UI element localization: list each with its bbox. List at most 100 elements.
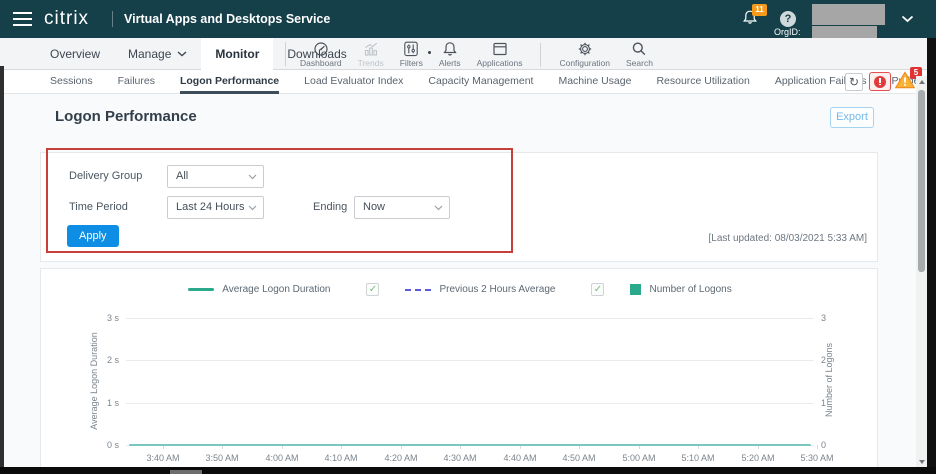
x-label-5: 4:30 AM xyxy=(430,453,490,463)
x-label-8: 5:00 AM xyxy=(609,453,669,463)
account-name-redacted xyxy=(812,4,885,25)
subtab-sessions[interactable]: Sessions xyxy=(50,70,93,94)
legend-checkbox-2[interactable]: ✓ xyxy=(591,283,604,296)
refresh-icon: ↻ xyxy=(849,75,859,89)
delivery-group-dropdown[interactable]: All xyxy=(167,165,264,188)
window-edge-left xyxy=(0,66,4,474)
monitor-toolbar: Dashboard Trends Filt xyxy=(292,39,661,70)
nav-divider xyxy=(285,42,286,66)
nav-tab-overview[interactable]: Overview xyxy=(36,38,114,70)
subtab-machine-usage[interactable]: Machine Usage xyxy=(558,70,631,94)
dashboard-gauge-icon xyxy=(312,41,330,57)
chevron-down-icon xyxy=(248,174,257,180)
critical-alerts-button[interactable] xyxy=(869,72,891,91)
time-period-dropdown[interactable]: Last 24 Hours xyxy=(167,196,264,219)
chart-legend: Average Logon Duration ✓ Previous 2 Hour… xyxy=(41,283,879,296)
product-title: Virtual Apps and Desktops Service xyxy=(124,12,330,26)
avg-logon-duration-series-line xyxy=(129,444,811,446)
search-button[interactable]: Search xyxy=(618,39,661,70)
applications-window-icon xyxy=(491,41,509,57)
left-axis-title: Average Logon Duration xyxy=(89,316,99,446)
right-axis-title: Number of Logons xyxy=(824,315,834,445)
ending-dropdown[interactable]: Now xyxy=(354,196,450,219)
left-tick-3s: 3 s xyxy=(79,313,119,323)
trends-chart-icon xyxy=(362,41,380,57)
x-label-3: 4:10 AM xyxy=(311,453,371,463)
window-edge-bottom xyxy=(0,467,936,474)
nav-tab-manage[interactable]: Manage xyxy=(114,38,201,70)
monitor-subtabs: Sessions Failures Logon Performance Load… xyxy=(0,70,936,94)
subtab-capacity-management[interactable]: Capacity Management xyxy=(428,70,533,94)
vertical-scrollbar-thumb[interactable] xyxy=(918,90,925,272)
window-edge-notch xyxy=(170,470,202,474)
question-mark-icon: ? xyxy=(785,13,792,25)
ending-label: Ending xyxy=(313,196,347,219)
x-label-9: 5:10 AM xyxy=(668,453,728,463)
legend-square-sample xyxy=(630,284,641,295)
x-label-2: 4:00 AM xyxy=(252,453,312,463)
refresh-button[interactable]: ↻ xyxy=(845,73,863,91)
top-header: citrix Virtual Apps and Desktops Service… xyxy=(0,0,936,38)
scrollbar-down-arrow[interactable] xyxy=(919,460,925,464)
legend-checkbox-1[interactable]: ✓ xyxy=(366,283,379,296)
legend-previous-2-hours: Previous 2 Hours Average xyxy=(439,284,555,295)
citrix-logo: citrix xyxy=(44,8,89,30)
x-label-0: 3:40 AM xyxy=(133,453,193,463)
left-tick-1s: 1 s xyxy=(79,398,119,408)
trends-button: Trends xyxy=(350,39,392,70)
gridline-2 xyxy=(126,360,814,361)
last-updated-text: [Last updated: 08/03/2021 5:33 AM] xyxy=(709,233,867,244)
app-window: citrix Virtual Apps and Desktops Service… xyxy=(0,0,936,474)
filters-button[interactable]: Filters xyxy=(392,39,431,70)
apply-button[interactable]: Apply xyxy=(67,225,119,247)
gridline-3 xyxy=(126,318,814,319)
subtab-logon-performance[interactable]: Logon Performance xyxy=(180,70,279,94)
applications-button[interactable]: Applications xyxy=(469,39,531,70)
gear-icon xyxy=(576,41,594,57)
search-icon xyxy=(630,41,648,57)
chevron-down-icon xyxy=(177,51,187,57)
primary-nav: Overview Manage Monitor Downloads Dashbo… xyxy=(0,38,936,70)
x-label-4: 4:20 AM xyxy=(371,453,431,463)
logon-performance-chart: Average Logon Duration ✓ Previous 2 Hour… xyxy=(40,268,878,474)
delivery-group-label: Delivery Group xyxy=(69,165,142,188)
check-icon: ✓ xyxy=(369,284,377,295)
notifications-button[interactable]: 11 xyxy=(741,8,767,32)
filters-icon xyxy=(402,41,420,57)
subtab-resource-utilization[interactable]: Resource Utilization xyxy=(656,70,749,94)
x-label-1: 3:50 AM xyxy=(192,453,252,463)
help-button[interactable]: ? xyxy=(780,11,796,27)
x-label-11: 5:30 AM xyxy=(787,453,847,463)
org-id-redacted xyxy=(812,26,877,38)
alerts-button[interactable]: Alerts xyxy=(431,39,469,70)
brand-divider xyxy=(112,11,113,27)
alerts-bell-icon xyxy=(441,41,459,57)
account-chevron-down-icon[interactable] xyxy=(901,15,914,23)
legend-avg-logon-duration: Average Logon Duration xyxy=(222,284,330,295)
dashboard-button[interactable]: Dashboard xyxy=(292,39,350,70)
subtab-load-evaluator-index[interactable]: Load Evaluator Index xyxy=(304,70,403,94)
legend-line-sample xyxy=(188,288,214,291)
time-period-label: Time Period xyxy=(69,196,128,219)
export-button[interactable]: Export xyxy=(830,107,874,128)
left-tick-2s: 2 s xyxy=(79,355,119,365)
page-title: Logon Performance xyxy=(55,108,197,125)
toolbar-divider xyxy=(540,43,541,67)
x-label-10: 5:20 AM xyxy=(728,453,788,463)
configuration-button[interactable]: Configuration xyxy=(551,39,618,70)
scrollbar-up-arrow[interactable] xyxy=(919,80,925,84)
check-icon: ✓ xyxy=(594,284,602,295)
chevron-down-icon xyxy=(248,205,257,211)
window-edge-right xyxy=(927,38,936,474)
error-icon xyxy=(874,76,886,88)
legend-number-of-logons: Number of Logons xyxy=(649,284,731,295)
nav-tab-monitor[interactable]: Monitor xyxy=(201,38,273,70)
subtab-failures[interactable]: Failures xyxy=(118,70,155,94)
x-label-7: 4:50 AM xyxy=(549,453,609,463)
x-label-6: 4:40 AM xyxy=(490,453,550,463)
left-tick-0s: 0 s xyxy=(79,440,119,450)
notification-count-badge: 11 xyxy=(752,4,767,16)
legend-dashed-sample xyxy=(405,289,431,291)
filter-panel: Delivery Group All Time Period Last 24 H… xyxy=(40,152,878,262)
hamburger-menu-icon[interactable] xyxy=(13,12,32,26)
